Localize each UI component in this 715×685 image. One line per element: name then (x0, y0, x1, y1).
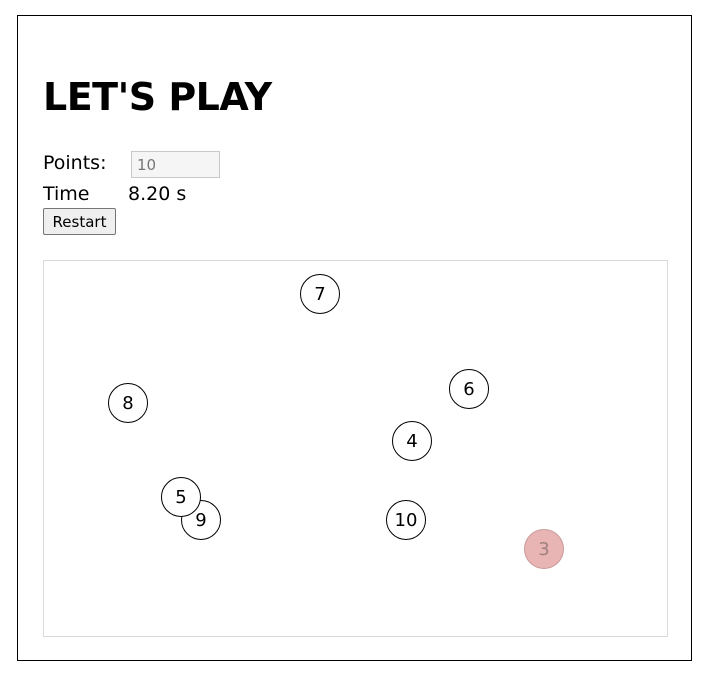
point-4[interactable]: 4 (392, 421, 432, 461)
point-7[interactable]: 7 (300, 274, 340, 314)
point-3[interactable]: 3 (524, 529, 564, 569)
point-8[interactable]: 8 (108, 383, 148, 423)
point-5[interactable]: 5 (161, 477, 201, 517)
game-board: 7 8 6 4 9 5 10 3 (43, 260, 668, 637)
time-value: 8.20 s (128, 183, 187, 205)
page-title: LET'S PLAY (43, 75, 272, 119)
points-input[interactable] (131, 151, 220, 178)
points-label: Points: (43, 152, 107, 174)
game-container: LET'S PLAY Points: Time 8.20 s Restart 7… (17, 15, 692, 661)
point-6[interactable]: 6 (449, 369, 489, 409)
point-10[interactable]: 10 (386, 500, 426, 540)
restart-button[interactable]: Restart (43, 208, 116, 235)
time-label: Time (43, 183, 90, 205)
